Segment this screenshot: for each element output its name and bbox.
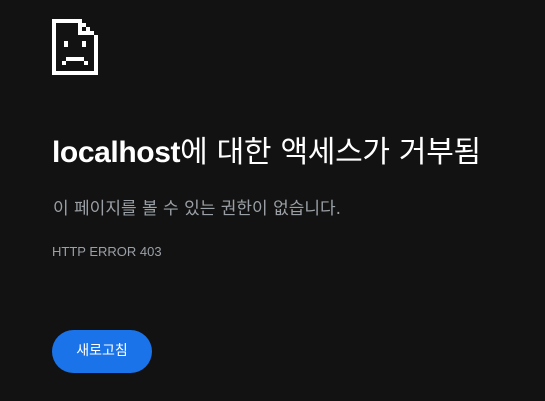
sad-page-icon <box>52 19 98 75</box>
error-summary: 이 페이지를 볼 수 있는 권한이 없습니다. <box>53 199 342 219</box>
reload-button[interactable]: 새로고침 <box>52 330 152 373</box>
page-title-host: localhost <box>52 136 181 169</box>
page-title-message: 에 대한 액세스가 거부됨 <box>180 135 481 170</box>
error-code: HTTP ERROR 403 <box>52 244 162 259</box>
page-title: localhost에 대한 액세스가 거부됨 <box>52 131 481 175</box>
